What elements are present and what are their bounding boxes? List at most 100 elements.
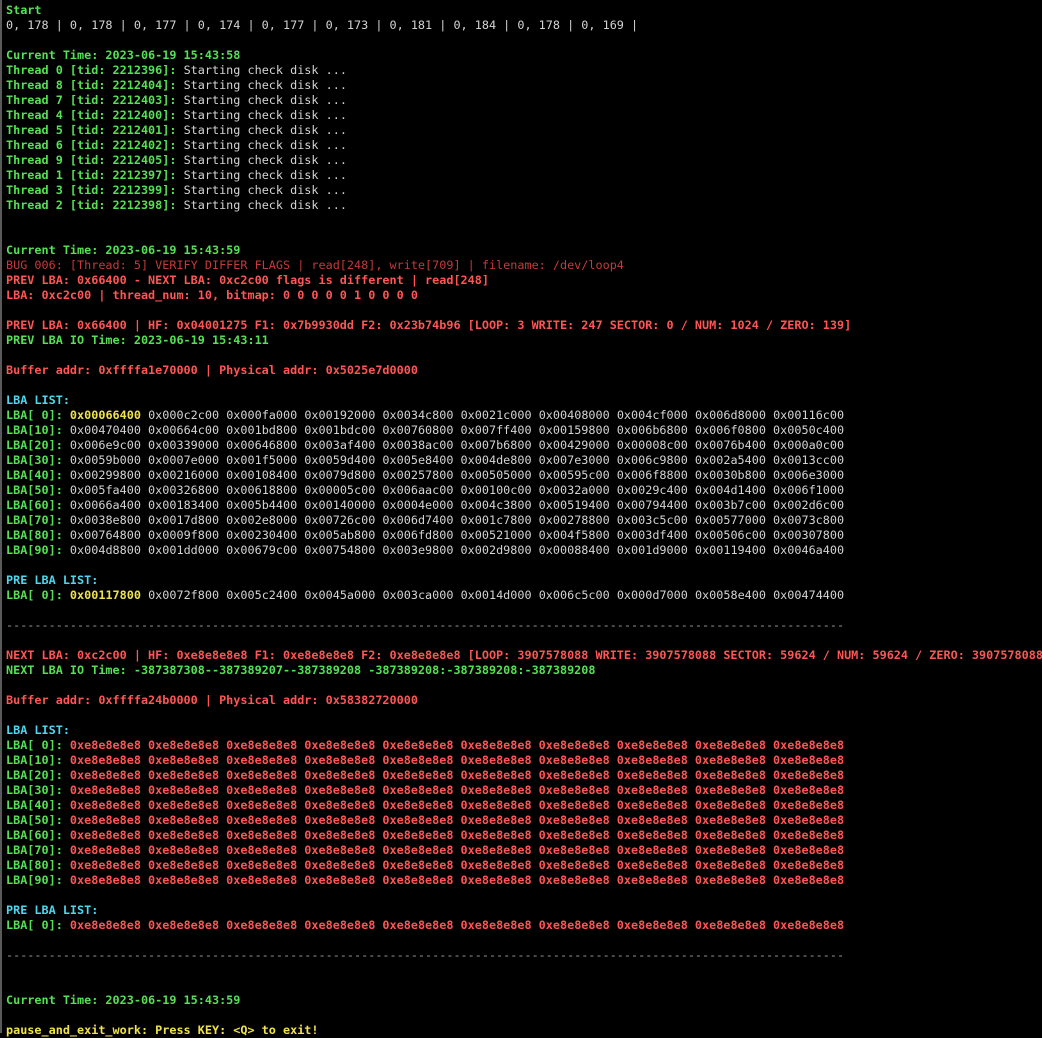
lba-row-label: LBA[20]: — [6, 768, 63, 782]
lba-row-values: 0x0066a400 0x00183400 0x005b4400 0x00140… — [62, 498, 845, 512]
lba-row: LBA[40]: 0xe8e8e8e8 0xe8e8e8e8 0xe8e8e8e… — [6, 798, 1042, 813]
pre-lba-row: LBA[ 0]: 0x00117800 0x0072f800 0x005c240… — [6, 588, 1042, 603]
lba-row-label: LBA[ 0]: — [6, 588, 63, 602]
thread-label: Thread 0 [tid: 2212396]: — [6, 63, 177, 77]
lba-row: LBA[90]: 0xe8e8e8e8 0xe8e8e8e8 0xe8e8e8e… — [6, 873, 1042, 888]
bug-report-line: BUG 006: [Thread: 5] VERIFY DIFFER FLAGS… — [6, 258, 624, 272]
thread-line: Thread 2 [tid: 2212398]: Starting check … — [6, 198, 1042, 213]
thread-label: Thread 3 [tid: 2212399]: — [6, 183, 177, 197]
start-label: Start — [6, 3, 42, 17]
lba-row-values: 0x00470400 0x00664c00 0x001bd800 0x001bd… — [62, 423, 845, 437]
thread-message: Starting check disk ... — [176, 78, 347, 92]
lba-highlight-value: 0x00117800 — [62, 588, 141, 602]
thread-label: Thread 6 [tid: 2212402]: — [6, 138, 177, 152]
lba-row-label: LBA[70]: — [6, 843, 63, 857]
lba-row-label: LBA[40]: — [6, 468, 63, 482]
lba-row-label: LBA[ 0]: — [6, 408, 63, 422]
lba-row-label: LBA[10]: — [6, 753, 63, 767]
thread-list: Thread 0 [tid: 2212396]: Starting check … — [6, 63, 1042, 213]
lba-row-label: LBA[30]: — [6, 783, 63, 797]
lba-row: LBA[60]: 0x0066a400 0x00183400 0x005b440… — [6, 498, 1042, 513]
lba-bitmap-line: LBA: 0xc2c00 | thread_num: 10, bitmap: 0… — [6, 288, 418, 302]
lba-row-values: 0x00299800 0x00216000 0x00108400 0x0079d… — [62, 468, 845, 482]
lba-row-values: 0x000c2c00 0x000fa000 0x00192000 0x0034c… — [140, 408, 845, 422]
next-lba-table: LBA[ 0]: 0xe8e8e8e8 0xe8e8e8e8 0xe8e8e8e… — [6, 738, 1042, 888]
current-time-2: Current Time: 2023-06-19 15:43:59 — [6, 243, 241, 257]
lba-row-values: 0x00764800 0x0009f800 0x00230400 0x005ab… — [62, 528, 845, 542]
lba-row: LBA[30]: 0xe8e8e8e8 0xe8e8e8e8 0xe8e8e8e… — [6, 783, 1042, 798]
terminal-window[interactable]: Start 0, 178 | 0, 178 | 0, 177 | 0, 174 … — [0, 0, 1042, 1037]
lba-row-label: LBA[ 0]: — [6, 918, 63, 932]
thread-line: Thread 7 [tid: 2212403]: Starting check … — [6, 93, 1042, 108]
lba-row-label: LBA[20]: — [6, 438, 63, 452]
thread-message: Starting check disk ... — [176, 183, 347, 197]
lba-row: LBA[50]: 0xe8e8e8e8 0xe8e8e8e8 0xe8e8e8e… — [6, 813, 1042, 828]
thread-label: Thread 8 [tid: 2212404]: — [6, 78, 177, 92]
lba-row: LBA[10]: 0xe8e8e8e8 0xe8e8e8e8 0xe8e8e8e… — [6, 753, 1042, 768]
thread-message: Starting check disk ... — [176, 93, 347, 107]
next-lba-header: NEXT LBA: 0xc2c00 | HF: 0xe8e8e8e8 F1: 0… — [6, 648, 1042, 662]
lba-row-label: LBA[80]: — [6, 858, 63, 872]
lba-row-values: 0xe8e8e8e8 0xe8e8e8e8 0xe8e8e8e8 0xe8e8e… — [62, 813, 845, 827]
thread-label: Thread 2 [tid: 2212398]: — [6, 198, 177, 212]
lba-row-values: 0xe8e8e8e8 0xe8e8e8e8 0xe8e8e8e8 0xe8e8e… — [62, 873, 845, 887]
lba-row-label: LBA[60]: — [6, 498, 63, 512]
lba-row-label: LBA[50]: — [6, 483, 63, 497]
thread-line: Thread 4 [tid: 2212400]: Starting check … — [6, 108, 1042, 123]
prev-lba-list-title: LBA LIST: — [6, 393, 70, 407]
lba-row-label: LBA[90]: — [6, 543, 63, 557]
prev-lba-io-time: PREV LBA IO Time: 2023-06-19 15:43:11 — [6, 333, 269, 347]
lba-row: LBA[20]: 0x006e9c00 0x00339000 0x0064680… — [6, 438, 1042, 453]
lba-row-values: 0x005fa400 0x00326800 0x00618800 0x00005… — [62, 483, 845, 497]
next-lba-list-title: LBA LIST: — [6, 723, 70, 737]
lba-row-label: LBA[70]: — [6, 513, 63, 527]
lba-row-label: LBA[30]: — [6, 453, 63, 467]
separator-line: ----------------------------------------… — [6, 948, 845, 962]
lba-row: LBA[70]: 0xe8e8e8e8 0xe8e8e8e8 0xe8e8e8e… — [6, 843, 1042, 858]
lba-row: LBA[80]: 0xe8e8e8e8 0xe8e8e8e8 0xe8e8e8e… — [6, 858, 1042, 873]
lba-row-values: 0xe8e8e8e8 0xe8e8e8e8 0xe8e8e8e8 0xe8e8e… — [62, 858, 845, 872]
exit-function-name: pause_and_exit_work: — [6, 1023, 149, 1037]
lba-row-values: 0x0072f800 0x005c2400 0x0045a000 0x003ca… — [140, 588, 845, 602]
lba-row-label: LBA[40]: — [6, 798, 63, 812]
current-time-3: Current Time: 2023-06-19 15:43:59 — [6, 993, 241, 1007]
thread-counters-line: 0, 178 | 0, 178 | 0, 177 | 0, 174 | 0, 1… — [6, 18, 639, 32]
exit-prompt: pause_and_exit_work: Press KEY: <Q> to e… — [6, 1023, 1042, 1038]
lba-row: LBA[30]: 0x0059b000 0x0007e000 0x001f500… — [6, 453, 1042, 468]
lba-row: LBA[10]: 0x00470400 0x00664c00 0x001bd80… — [6, 423, 1042, 438]
thread-label: Thread 1 [tid: 2212397]: — [6, 168, 177, 182]
next-buffer-addr: Buffer addr: 0xffffa24b0000 | Physical a… — [6, 693, 418, 707]
lba-row-values: 0xe8e8e8e8 0xe8e8e8e8 0xe8e8e8e8 0xe8e8e… — [62, 828, 845, 842]
lba-row: LBA[70]: 0x0038e800 0x0017d800 0x002e800… — [6, 513, 1042, 528]
prev-lba-header: PREV LBA: 0x66400 | HF: 0x04001275 F1: 0… — [6, 318, 852, 332]
next-pre-lba-list-title: PRE LBA LIST: — [6, 903, 99, 917]
lba-row-values: 0xe8e8e8e8 0xe8e8e8e8 0xe8e8e8e8 0xe8e8e… — [62, 768, 845, 782]
thread-message: Starting check disk ... — [176, 168, 347, 182]
current-time-1: Current Time: 2023-06-19 15:43:58 — [6, 48, 241, 62]
thread-message: Starting check disk ... — [176, 153, 347, 167]
lba-row-values: 0x0059b000 0x0007e000 0x001f5000 0x0059d… — [62, 453, 845, 467]
lba-row-values: 0xe8e8e8e8 0xe8e8e8e8 0xe8e8e8e8 0xe8e8e… — [62, 918, 845, 932]
thread-message: Starting check disk ... — [176, 123, 347, 137]
lba-row-label: LBA[ 0]: — [6, 738, 63, 752]
thread-line: Thread 5 [tid: 2212401]: Starting check … — [6, 123, 1042, 138]
prev-lba-table: LBA[ 0]: 0x00066400 0x000c2c00 0x000fa00… — [6, 408, 1042, 558]
prev-buffer-addr: Buffer addr: 0xffffa1e70000 | Physical a… — [6, 363, 418, 377]
lba-row: LBA[ 0]: 0xe8e8e8e8 0xe8e8e8e8 0xe8e8e8e… — [6, 738, 1042, 753]
lba-row-values: 0xe8e8e8e8 0xe8e8e8e8 0xe8e8e8e8 0xe8e8e… — [62, 843, 845, 857]
thread-label: Thread 7 [tid: 2212403]: — [6, 93, 177, 107]
